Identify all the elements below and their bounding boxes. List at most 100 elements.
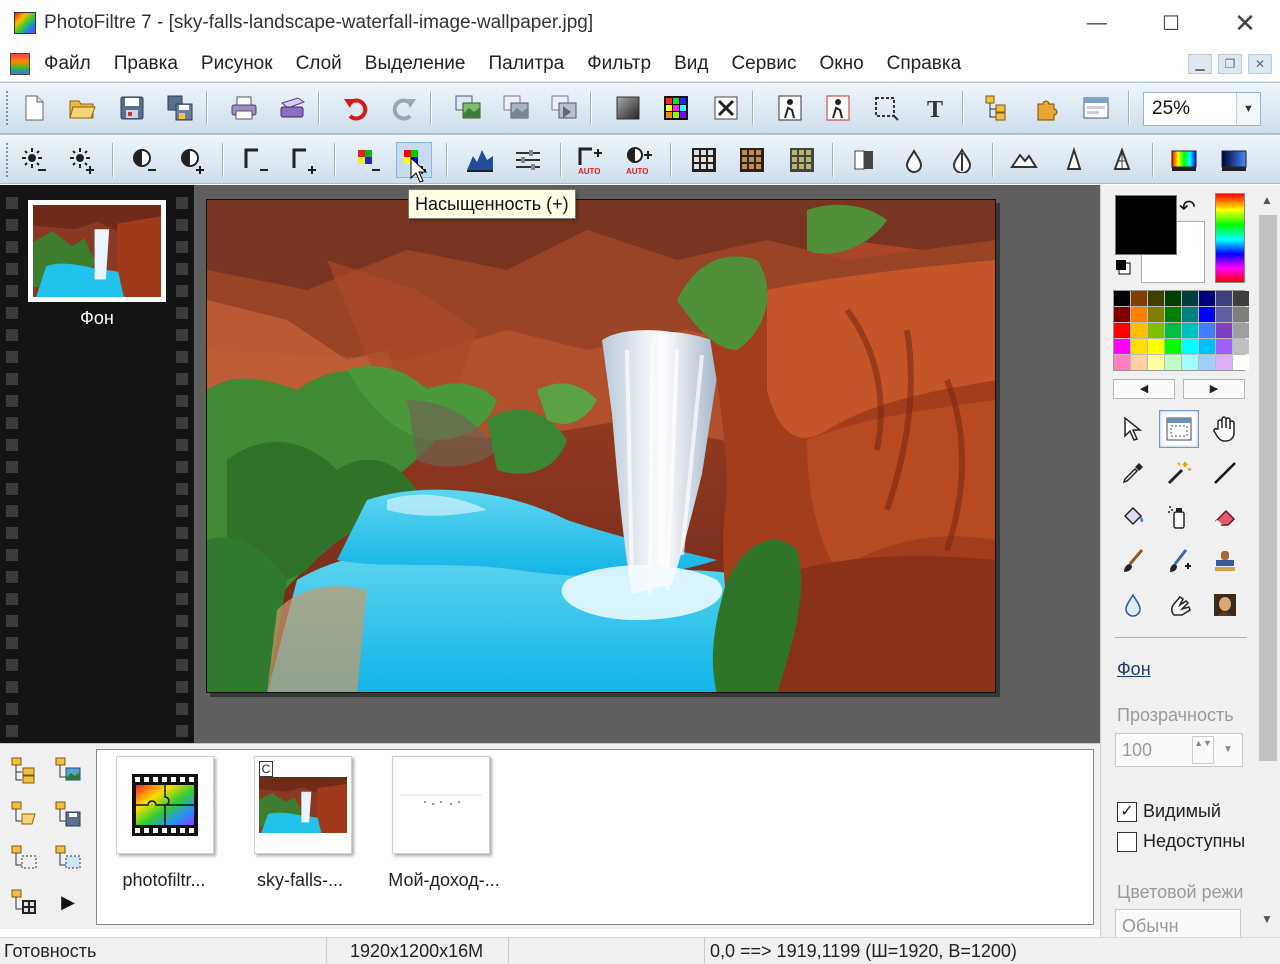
palette-swatch[interactable]	[1199, 323, 1215, 338]
blue-gradient-icon[interactable]	[1216, 142, 1252, 178]
document-item[interactable]: Мой-доход-...	[378, 756, 500, 890]
palette-swatch[interactable]	[1233, 307, 1249, 322]
palette-swatch[interactable]	[1182, 291, 1198, 306]
more-tools-button[interactable]: ▶	[50, 884, 86, 920]
visible-checkbox[interactable]: ✓	[1117, 801, 1137, 822]
magic-wand-tool-icon[interactable]	[1159, 454, 1199, 492]
select-folder-icon[interactable]	[6, 840, 42, 876]
maximize-button[interactable]: ☐	[1134, 0, 1208, 46]
palette-swatch[interactable]	[1182, 339, 1198, 354]
plugins-icon[interactable]	[1028, 90, 1064, 126]
tree-view-icon[interactable]	[6, 752, 42, 788]
mirror-icon[interactable]	[846, 142, 882, 178]
foreground-color[interactable]	[1115, 195, 1177, 255]
palette-swatch[interactable]	[1216, 323, 1232, 338]
palette-swatch[interactable]	[1114, 339, 1130, 354]
document-thumbnail[interactable]: C	[254, 756, 352, 854]
scanner-icon[interactable]	[274, 90, 310, 126]
palette-swatch[interactable]	[1114, 307, 1130, 322]
scroll-thumb[interactable]	[1259, 215, 1277, 761]
clone-stamp-tool-icon[interactable]	[1205, 542, 1245, 580]
canvas-size-icon[interactable]	[820, 90, 856, 126]
brush-tool-icon[interactable]	[1113, 542, 1153, 580]
palette-swatch[interactable]	[1233, 339, 1249, 354]
edges-icon[interactable]	[1056, 142, 1092, 178]
image-stamp-tool-icon[interactable]	[1205, 586, 1245, 624]
palette-swatch[interactable]	[1165, 307, 1181, 322]
palette-swatch[interactable]	[1216, 355, 1232, 370]
palette-swatch[interactable]	[1131, 291, 1147, 306]
tile-warm-icon[interactable]	[734, 142, 770, 178]
doc-close-button[interactable]: ✕	[1248, 54, 1272, 74]
spray-tool-icon[interactable]	[1159, 498, 1199, 536]
palette-swatch[interactable]	[1165, 291, 1181, 306]
mosaic-icon[interactable]	[686, 142, 722, 178]
document-item[interactable]: photofiltr...	[102, 756, 222, 890]
eraser-tool-icon[interactable]	[1205, 498, 1245, 536]
palette-swatch[interactable]	[1199, 307, 1215, 322]
save-icon[interactable]	[114, 90, 150, 126]
palette-prev-button[interactable]: ◀	[1113, 379, 1175, 399]
palette-swatch[interactable]	[1216, 339, 1232, 354]
smudge-tool-icon[interactable]	[1159, 586, 1199, 624]
hand-tool-icon[interactable]	[1205, 410, 1245, 448]
gamma-minus-icon[interactable]	[238, 142, 274, 178]
color-palette[interactable]	[1113, 290, 1249, 371]
document-item-active[interactable]: C sky-falls-...	[240, 756, 360, 890]
menu-selection[interactable]: Выделение	[365, 53, 466, 75]
reset-colors-icon[interactable]	[1115, 259, 1131, 275]
blur-drop-icon[interactable]	[896, 142, 932, 178]
menu-help[interactable]: Справка	[887, 53, 962, 75]
palette-swatch[interactable]	[1148, 323, 1164, 338]
menu-palette[interactable]: Палитра	[488, 53, 564, 75]
palette-swatch[interactable]	[1148, 355, 1164, 370]
palette-swatch[interactable]	[1233, 355, 1249, 370]
pointer-tool-icon[interactable]	[1113, 410, 1153, 448]
batch-icon[interactable]	[6, 884, 42, 920]
document-thumbnail[interactable]	[116, 756, 214, 854]
chevron-down-icon[interactable]: ▼	[1236, 93, 1260, 125]
opacity-dropdown-icon[interactable]: ▼	[1216, 736, 1240, 764]
close-button[interactable]: ✕	[1208, 0, 1280, 46]
menu-layer[interactable]: Слой	[296, 53, 342, 75]
eyedropper-tool-icon[interactable]	[1113, 454, 1153, 492]
palette-swatch[interactable]	[1199, 291, 1215, 306]
relief-icon[interactable]	[1104, 142, 1140, 178]
paste-layer-icon[interactable]	[546, 90, 582, 126]
panel-scrollbar[interactable]: ▲ ▼	[1256, 185, 1280, 930]
opacity-spinner[interactable]: ▲▼	[1192, 736, 1214, 764]
palette-swatch[interactable]	[1165, 323, 1181, 338]
advanced-brush-tool-icon[interactable]	[1159, 542, 1199, 580]
save-as-icon[interactable]	[162, 90, 198, 126]
new-file-icon[interactable]	[16, 90, 52, 126]
opacity-input[interactable]: 100 ▲▼ ▼	[1115, 733, 1243, 767]
palette-swatch[interactable]	[1131, 355, 1147, 370]
scroll-up-icon[interactable]: ▲	[1261, 193, 1273, 207]
explorer-icon[interactable]	[980, 90, 1016, 126]
layer-thumbnail[interactable]	[28, 200, 166, 302]
auto-contrast-icon[interactable]: AUTO	[622, 142, 658, 178]
text-icon[interactable]: T	[918, 90, 954, 126]
palette-swatch[interactable]	[1216, 307, 1232, 322]
crop-selection-icon[interactable]	[868, 90, 904, 126]
scroll-down-icon[interactable]: ▼	[1261, 912, 1273, 926]
paste-icon[interactable]	[450, 90, 486, 126]
menu-edit[interactable]: Правка	[114, 53, 178, 75]
document-thumbnail[interactable]	[392, 756, 490, 854]
swap-colors-icon[interactable]: ↶	[1179, 195, 1196, 220]
contrast-minus-icon[interactable]	[126, 142, 162, 178]
toolbar-grip[interactable]	[6, 91, 10, 125]
select-image-icon[interactable]	[50, 840, 86, 876]
undo-icon[interactable]	[338, 90, 374, 126]
locked-checkbox-row[interactable]: Недоступны	[1117, 831, 1245, 852]
palette-swatch[interactable]	[1114, 323, 1130, 338]
gradient-fill-icon[interactable]	[610, 90, 646, 126]
palette-swatch[interactable]	[1233, 291, 1249, 306]
palette-swatch[interactable]	[1148, 307, 1164, 322]
brightness-minus-icon[interactable]	[16, 142, 52, 178]
blur-tool-icon[interactable]	[1113, 586, 1153, 624]
print-icon[interactable]	[226, 90, 262, 126]
palette-swatch[interactable]	[1182, 355, 1198, 370]
contrast-plus-icon[interactable]	[174, 142, 210, 178]
visible-checkbox-row[interactable]: ✓ Видимый	[1117, 801, 1221, 822]
